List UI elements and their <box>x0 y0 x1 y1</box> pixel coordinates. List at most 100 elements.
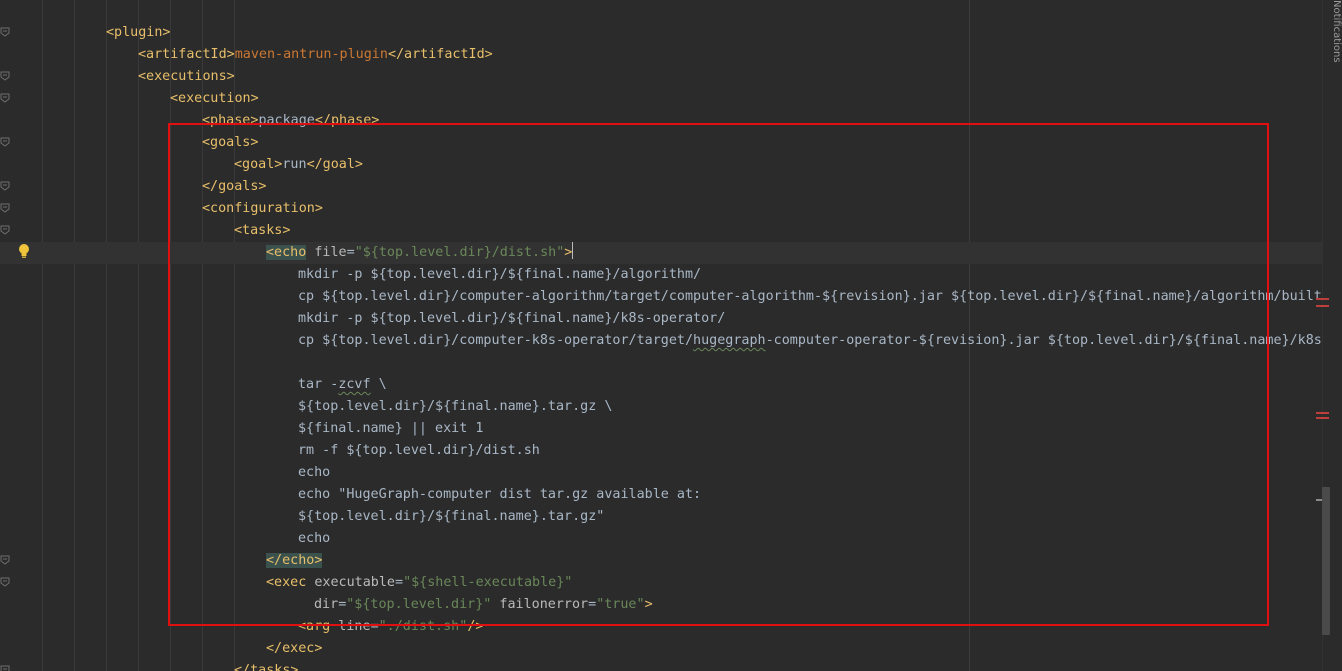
code-token: /> <box>467 619 484 634</box>
code-line-text: <phase>package</phase> <box>202 110 379 132</box>
code-line[interactable]: <artifactId>maven-antrun-plugin</artifac… <box>0 44 1322 66</box>
code-token: mkdir -p ${top.level.dir}/${final.name}/… <box>298 311 726 326</box>
code-token: <executions> <box>138 69 235 84</box>
code-line[interactable]: cp ${top.level.dir}/computer-k8s-operato… <box>0 330 1322 352</box>
code-line[interactable]: mkdir -p ${top.level.dir}/${final.name}/… <box>0 264 1322 286</box>
code-token: <tasks> <box>234 223 291 238</box>
code-token: line <box>330 619 371 634</box>
code-line-text: rm -f ${top.level.dir}/dist.sh <box>298 440 540 462</box>
code-line-text: echo "HugeGraph-computer dist tar.gz ava… <box>298 484 701 506</box>
code-line-text: <executions> <box>138 66 235 88</box>
code-line-text: <tasks> <box>234 220 290 242</box>
code-line[interactable]: rm -f ${top.level.dir}/dist.sh <box>0 440 1322 462</box>
code-token: cp ${top.level.dir}/computer-k8s-operato… <box>298 333 694 348</box>
code-token: "true" <box>596 597 645 612</box>
code-line[interactable]: <goal>run</goal> <box>0 154 1322 176</box>
code-line-text: ${top.level.dir}/${final.name}.tar.gz" <box>298 506 604 528</box>
code-line[interactable]: <echo file="${top.level.dir}/dist.sh"> <box>0 242 1322 264</box>
code-line[interactable]: </goals> <box>0 176 1322 198</box>
code-token: <arg <box>298 619 331 634</box>
code-token: </goals> <box>202 179 267 194</box>
code-line[interactable] <box>0 352 1322 374</box>
code-token: -computer-operator-${revision}.jar ${top… <box>765 333 1322 348</box>
code-line-text: </goals> <box>202 176 267 198</box>
code-token: "${top.level.dir}" <box>346 597 492 612</box>
code-token: </artifactId> <box>387 47 493 62</box>
code-line[interactable]: dir="${top.level.dir}" failonerror="true… <box>0 594 1322 616</box>
code-token: = <box>588 597 597 612</box>
code-line[interactable]: <executions> <box>0 66 1322 88</box>
code-token: "${shell-executable}" <box>403 575 573 590</box>
code-line-text: <echo file="${top.level.dir}/dist.sh"> <box>266 242 574 264</box>
code-token: cp ${top.level.dir}/computer-algorithm/t… <box>298 289 1322 304</box>
code-token: dir <box>314 597 339 612</box>
code-token: package <box>258 113 315 128</box>
code-line[interactable]: <execution> <box>0 88 1322 110</box>
code-line[interactable]: mkdir -p ${top.level.dir}/${final.name}/… <box>0 308 1322 330</box>
error-stripe-marker[interactable] <box>1316 305 1329 307</box>
code-token: mkdir -p ${top.level.dir}/${final.name}/… <box>298 267 702 282</box>
code-token: zcvf <box>338 377 371 392</box>
code-line-text: <goals> <box>202 132 258 154</box>
code-token: ${top.level.dir}/${final.name}.tar.gz \ <box>298 399 613 414</box>
code-token: <execution> <box>170 91 259 106</box>
code-token: = <box>370 619 379 634</box>
code-token: <goal> <box>234 157 283 172</box>
code-token: \ <box>370 377 387 392</box>
code-line[interactable]: cp ${top.level.dir}/computer-algorithm/t… <box>0 286 1322 308</box>
code-line-text: cp ${top.level.dir}/computer-algorithm/t… <box>298 286 1322 308</box>
error-stripe-marker[interactable] <box>1316 298 1329 300</box>
code-token: echo "HugeGraph-computer dist tar.gz ava… <box>298 487 702 502</box>
code-line[interactable]: </echo> <box>0 550 1322 572</box>
code-line-text: echo <box>298 462 330 484</box>
code-token: ${top.level.dir}/${final.name}.tar.gz" <box>298 509 605 524</box>
code-line-text: ${final.name} || exit 1 <box>298 418 483 440</box>
code-line-text: </tasks> <box>234 660 299 671</box>
code-line[interactable]: ${top.level.dir}/${final.name}.tar.gz" <box>0 506 1322 528</box>
code-line[interactable]: echo <box>0 462 1322 484</box>
code-line-text: <plugin> <box>106 22 171 44</box>
code-line-text: <goal>run</goal> <box>234 154 363 176</box>
code-line[interactable]: <goals> <box>0 132 1322 154</box>
code-token: ${final.name} || exit 1 <box>298 421 484 436</box>
code-token: maven-antrun-plugin <box>234 47 388 62</box>
code-line[interactable]: </tasks> <box>0 660 1322 671</box>
code-token: <phase> <box>202 113 259 128</box>
code-token: rm -f ${top.level.dir}/dist.sh <box>298 443 540 458</box>
code-token: executable <box>306 575 395 590</box>
code-token: echo <box>298 531 331 546</box>
code-line-text: dir="${top.level.dir}" failonerror="true… <box>314 594 653 616</box>
code-token: = <box>346 245 355 260</box>
code-line[interactable]: ${top.level.dir}/${final.name}.tar.gz \ <box>0 396 1322 418</box>
code-line-text: <artifactId>maven-antrun-plugin</artifac… <box>138 44 493 66</box>
code-line[interactable]: <phase>package</phase> <box>0 110 1322 132</box>
error-stripe-marker[interactable] <box>1316 417 1329 419</box>
code-line[interactable]: tar -zcvf \ <box>0 374 1322 396</box>
notifications-tab[interactable]: Notifications <box>1328 0 1342 110</box>
code-token: <artifactId> <box>138 47 235 62</box>
code-editor[interactable]: <plugin> <artifactId>maven-antrun-plugin<… <box>0 0 1322 671</box>
code-line[interactable]: <arg line="./dist.sh"/> <box>0 616 1322 638</box>
code-token: file <box>306 245 347 260</box>
code-line[interactable]: <exec executable="${shell-executable}" <box>0 572 1322 594</box>
code-line[interactable]: echo "HugeGraph-computer dist tar.gz ava… <box>0 484 1322 506</box>
code-line[interactable]: ${final.name} || exit 1 <box>0 418 1322 440</box>
code-token: </phase> <box>314 113 380 128</box>
code-line[interactable]: </exec> <box>0 638 1322 660</box>
code-line[interactable]: echo <box>0 528 1322 550</box>
code-token: </goal> <box>306 157 363 172</box>
code-line[interactable]: <plugin> <box>0 22 1322 44</box>
vertical-scrollbar-thumb[interactable] <box>1322 487 1330 635</box>
error-stripe-marker[interactable] <box>1316 412 1329 414</box>
code-line[interactable]: <configuration> <box>0 198 1322 220</box>
code-line-text: <configuration> <box>202 198 323 220</box>
code-line-text: <exec executable="${shell-executable}" <box>266 572 572 594</box>
code-token: <echo <box>266 245 307 260</box>
code-token: hugegraph <box>693 333 766 348</box>
code-token: <configuration> <box>202 201 323 216</box>
code-token: "${top.level.dir}/dist.sh" <box>354 245 565 260</box>
code-line[interactable]: <tasks> <box>0 220 1322 242</box>
lightbulb-icon[interactable] <box>18 243 30 259</box>
code-line-text: <arg line="./dist.sh"/> <box>298 616 483 638</box>
text-caret <box>572 242 574 259</box>
